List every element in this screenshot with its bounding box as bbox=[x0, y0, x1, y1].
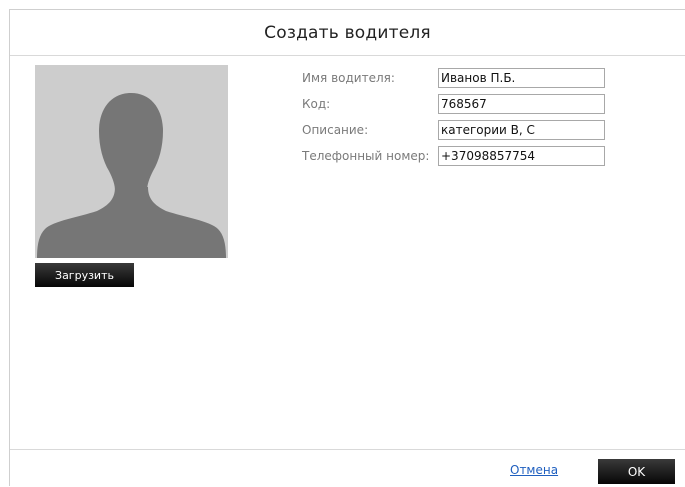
driver-phone-label: Телефонный номер: bbox=[302, 149, 430, 163]
driver-photo bbox=[35, 65, 228, 258]
dialog-footer: Отмена OK bbox=[10, 449, 685, 487]
driver-description-row: Описание: категории B, C bbox=[302, 117, 605, 143]
driver-description-input[interactable]: категории B, C bbox=[438, 120, 605, 140]
driver-name-input[interactable]: Иванов П.Б. bbox=[438, 68, 605, 88]
driver-phone-row: Телефонный номер: +37098857754 bbox=[302, 143, 605, 169]
dialog-header: Создать водителя bbox=[10, 10, 685, 56]
driver-code-input[interactable]: 768567 bbox=[438, 94, 605, 114]
user-silhouette-icon bbox=[35, 65, 228, 258]
driver-name-label: Имя водителя: bbox=[302, 71, 395, 85]
create-driver-dialog: Создать водителя Загрузить Имя водителя:… bbox=[9, 9, 685, 486]
driver-description-label: Описание: bbox=[302, 123, 369, 137]
dialog-title: Создать водителя bbox=[264, 22, 431, 43]
driver-phone-input[interactable]: +37098857754 bbox=[438, 146, 605, 166]
cancel-link[interactable]: Отмена bbox=[510, 463, 558, 477]
driver-name-row: Имя водителя: Иванов П.Б. bbox=[302, 65, 605, 91]
driver-code-row: Код: 768567 bbox=[302, 91, 605, 117]
driver-form: Имя водителя: Иванов П.Б. Код: 768567 Оп… bbox=[302, 65, 605, 169]
upload-photo-button[interactable]: Загрузить bbox=[35, 263, 134, 287]
ok-button[interactable]: OK bbox=[598, 459, 675, 484]
driver-code-label: Код: bbox=[302, 97, 331, 111]
